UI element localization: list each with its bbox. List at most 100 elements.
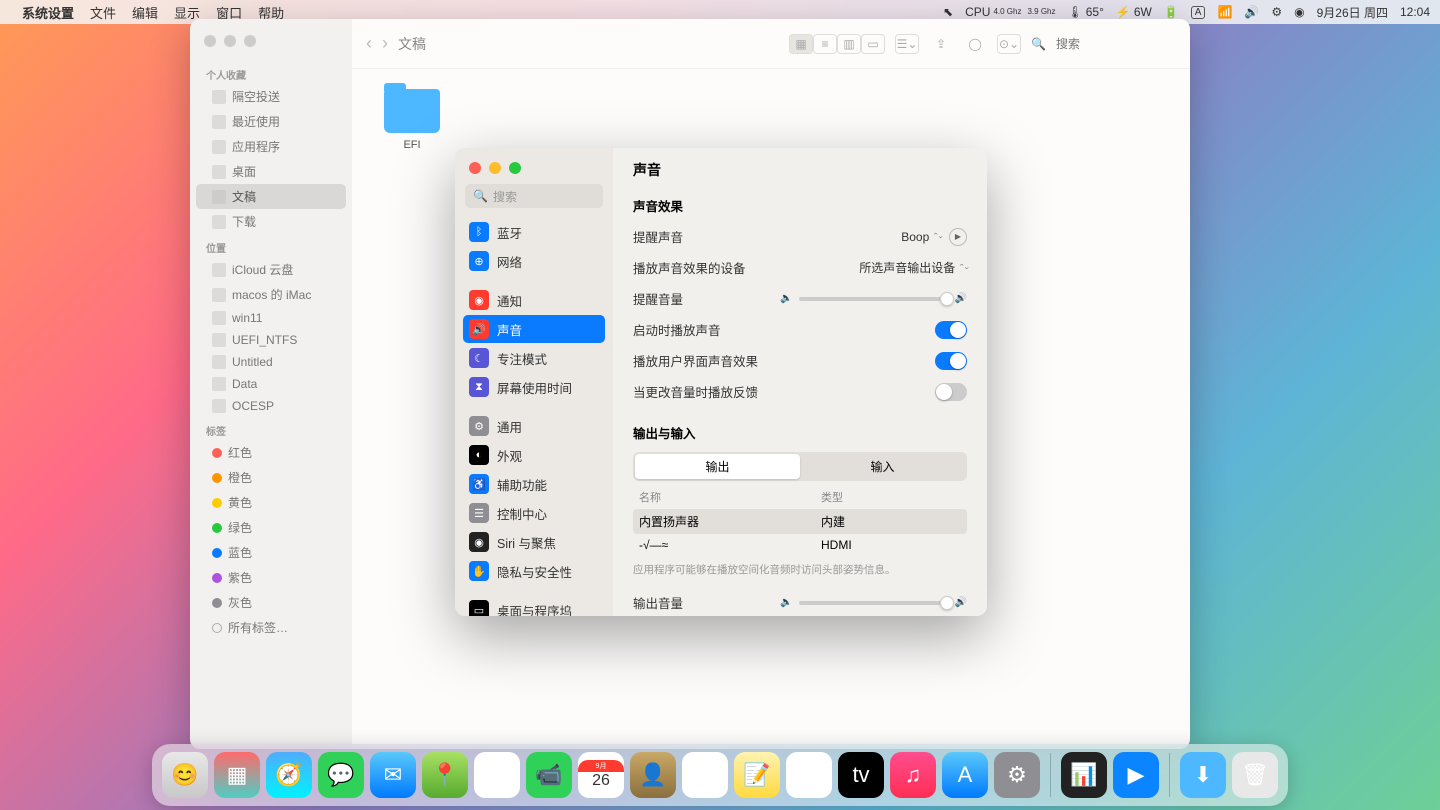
dock-item[interactable]: A [942, 752, 988, 798]
settings-sidebar-item[interactable]: ▭桌面与程序坞 [463, 596, 605, 616]
menubar-app[interactable]: 系统设置 [22, 3, 74, 22]
siri-icon[interactable]: ◉ [1294, 5, 1304, 19]
sidebar-item[interactable]: 文稿 [196, 184, 346, 209]
settings-sidebar-item[interactable]: ◉通知 [463, 286, 605, 314]
control-center-icon[interactable]: ⚙ [1271, 5, 1282, 19]
ui-sound-toggle[interactable] [935, 352, 967, 370]
dock-item[interactable]: 🗑 [1232, 752, 1278, 798]
minimize-button[interactable] [489, 162, 501, 174]
dock-item[interactable]: ▶ [1113, 752, 1159, 798]
dock-item[interactable]: 👤 [630, 752, 676, 798]
back-button[interactable]: ‹ [366, 33, 372, 54]
dock-item[interactable]: 📍 [422, 752, 468, 798]
battery-icon[interactable]: 🔋 [1164, 5, 1179, 19]
sidebar-tag-item[interactable]: 灰色 [196, 590, 346, 615]
menubar-item[interactable]: 编辑 [132, 3, 158, 22]
startup-sound-toggle[interactable] [935, 321, 967, 339]
menubar-date[interactable]: 9月26日 周四 [1317, 4, 1388, 21]
sidebar-item[interactable]: win11 [196, 307, 346, 329]
dock-item[interactable]: 💬 [318, 752, 364, 798]
share-button[interactable]: ⇪ [929, 34, 953, 54]
dock-item[interactable]: ♫ [890, 752, 936, 798]
settings-sidebar-item[interactable]: ☰控制中心 [463, 499, 605, 527]
sidebar-item[interactable]: iCloud 云盘 [196, 257, 346, 282]
action-button[interactable]: ⊙⌄ [997, 34, 1021, 54]
device-row[interactable]: 内置扬声器内建 [633, 509, 967, 534]
close-button[interactable] [469, 162, 481, 174]
sidebar-item[interactable]: 最近使用 [196, 109, 346, 134]
tag-button[interactable]: ◯ [963, 34, 987, 54]
cpu-meter[interactable]: CPU 4.0 Ghz3.9 Ghz [965, 5, 1055, 19]
sidebar-tag-item[interactable]: 所有标签… [196, 615, 346, 640]
settings-sidebar-item[interactable]: ⧗屏幕使用时间 [463, 373, 605, 401]
settings-sidebar-item[interactable]: ✋隐私与安全性 [463, 557, 605, 585]
forward-button[interactable]: › [382, 33, 388, 54]
view-list-button[interactable]: ≡ [813, 34, 837, 54]
dock-item[interactable]: tv [838, 752, 884, 798]
sidebar-tag-item[interactable]: 紫色 [196, 565, 346, 590]
settings-sidebar-item[interactable]: ⚙通用 [463, 412, 605, 440]
alert-volume-slider[interactable] [799, 297, 949, 301]
sidebar-tag-item[interactable]: 橙色 [196, 465, 346, 490]
menubar-time[interactable]: 12:04 [1400, 5, 1430, 19]
sidebar-item[interactable]: 桌面 [196, 159, 346, 184]
dock-item[interactable]: 9月26 [578, 752, 624, 798]
finder-traffic-lights[interactable] [190, 27, 352, 61]
settings-sidebar-item[interactable]: ☾专注模式 [463, 344, 605, 372]
effects-device-dropdown[interactable]: 所选声音输出设备 [859, 259, 967, 276]
sidebar-item[interactable]: Data [196, 373, 346, 395]
sound-icon[interactable]: 🔊 [1244, 5, 1259, 19]
settings-sidebar-item[interactable]: ᛒ蓝牙 [463, 218, 605, 246]
dock-item[interactable]: 😊 [162, 752, 208, 798]
dock-item[interactable]: ▦ [214, 752, 260, 798]
view-columns-button[interactable]: ▥ [837, 34, 861, 54]
finder-search[interactable] [1056, 33, 1176, 55]
folder-item[interactable]: EFI [372, 89, 452, 151]
view-icons-button[interactable]: ▦ [789, 34, 813, 54]
view-gallery-button[interactable]: ▭ [861, 34, 885, 54]
settings-sidebar-item[interactable]: ◐外观 [463, 441, 605, 469]
dock-item[interactable]: 📹 [526, 752, 572, 798]
zoom-button[interactable] [509, 162, 521, 174]
sidebar-tag-item[interactable]: 蓝色 [196, 540, 346, 565]
dock-item[interactable]: 📊 [1061, 752, 1107, 798]
output-volume-slider[interactable] [799, 601, 949, 605]
sidebar-tag-item[interactable]: 黄色 [196, 490, 346, 515]
dock-item[interactable]: 🧭 [266, 752, 312, 798]
settings-search[interactable]: 🔍 搜索 [465, 184, 603, 208]
sidebar-tag-item[interactable]: 红色 [196, 440, 346, 465]
dock-item[interactable]: ☰ [682, 752, 728, 798]
sidebar-item[interactable]: UEFI_NTFS [196, 329, 346, 351]
dock-item[interactable]: 📝 [734, 752, 780, 798]
temp-meter[interactable]: 🌡65° [1067, 5, 1103, 19]
alert-sound-dropdown[interactable]: Boop [901, 230, 941, 244]
seg-input[interactable]: 输入 [800, 454, 965, 479]
watt-meter[interactable]: ⚡6W [1116, 5, 1152, 19]
sidebar-item[interactable]: 隔空投送 [196, 84, 346, 109]
group-button[interactable]: ☰⌄ [895, 34, 919, 54]
dock-item[interactable]: ⬇ [1180, 752, 1226, 798]
settings-sidebar-item[interactable]: ♿辅助功能 [463, 470, 605, 498]
play-button[interactable]: ▶ [949, 228, 967, 246]
menubar-item[interactable]: 文件 [90, 3, 116, 22]
sidebar-icon [212, 355, 226, 369]
sidebar-item[interactable]: 应用程序 [196, 134, 346, 159]
sidebar-item[interactable]: macos 的 iMac [196, 282, 346, 307]
dock-item[interactable]: ⚙ [994, 752, 1040, 798]
input-icon[interactable]: A [1191, 6, 1206, 19]
sidebar-item[interactable]: Untitled [196, 351, 346, 373]
settings-sidebar-item[interactable]: ◉Siri 与聚焦 [463, 528, 605, 556]
seg-output[interactable]: 输出 [635, 454, 800, 479]
volume-feedback-toggle[interactable] [935, 383, 967, 401]
dock-item[interactable]: ✉ [370, 752, 416, 798]
sidebar-item[interactable]: 下载 [196, 209, 346, 234]
settings-sidebar-item[interactable]: 🔊声音 [463, 315, 605, 343]
sidebar-tag-item[interactable]: 绿色 [196, 515, 346, 540]
dock-item[interactable]: ✿ [474, 752, 520, 798]
settings-sidebar-item[interactable]: ⊕网络 [463, 247, 605, 275]
dock-item[interactable]: 〰 [786, 752, 832, 798]
wifi-icon[interactable]: 📶 [1217, 5, 1232, 19]
device-row[interactable]: -√—≈HDMI [633, 534, 967, 556]
sidebar-item[interactable]: OCESP [196, 395, 346, 417]
cursor-icon[interactable]: ⬉ [943, 5, 953, 19]
